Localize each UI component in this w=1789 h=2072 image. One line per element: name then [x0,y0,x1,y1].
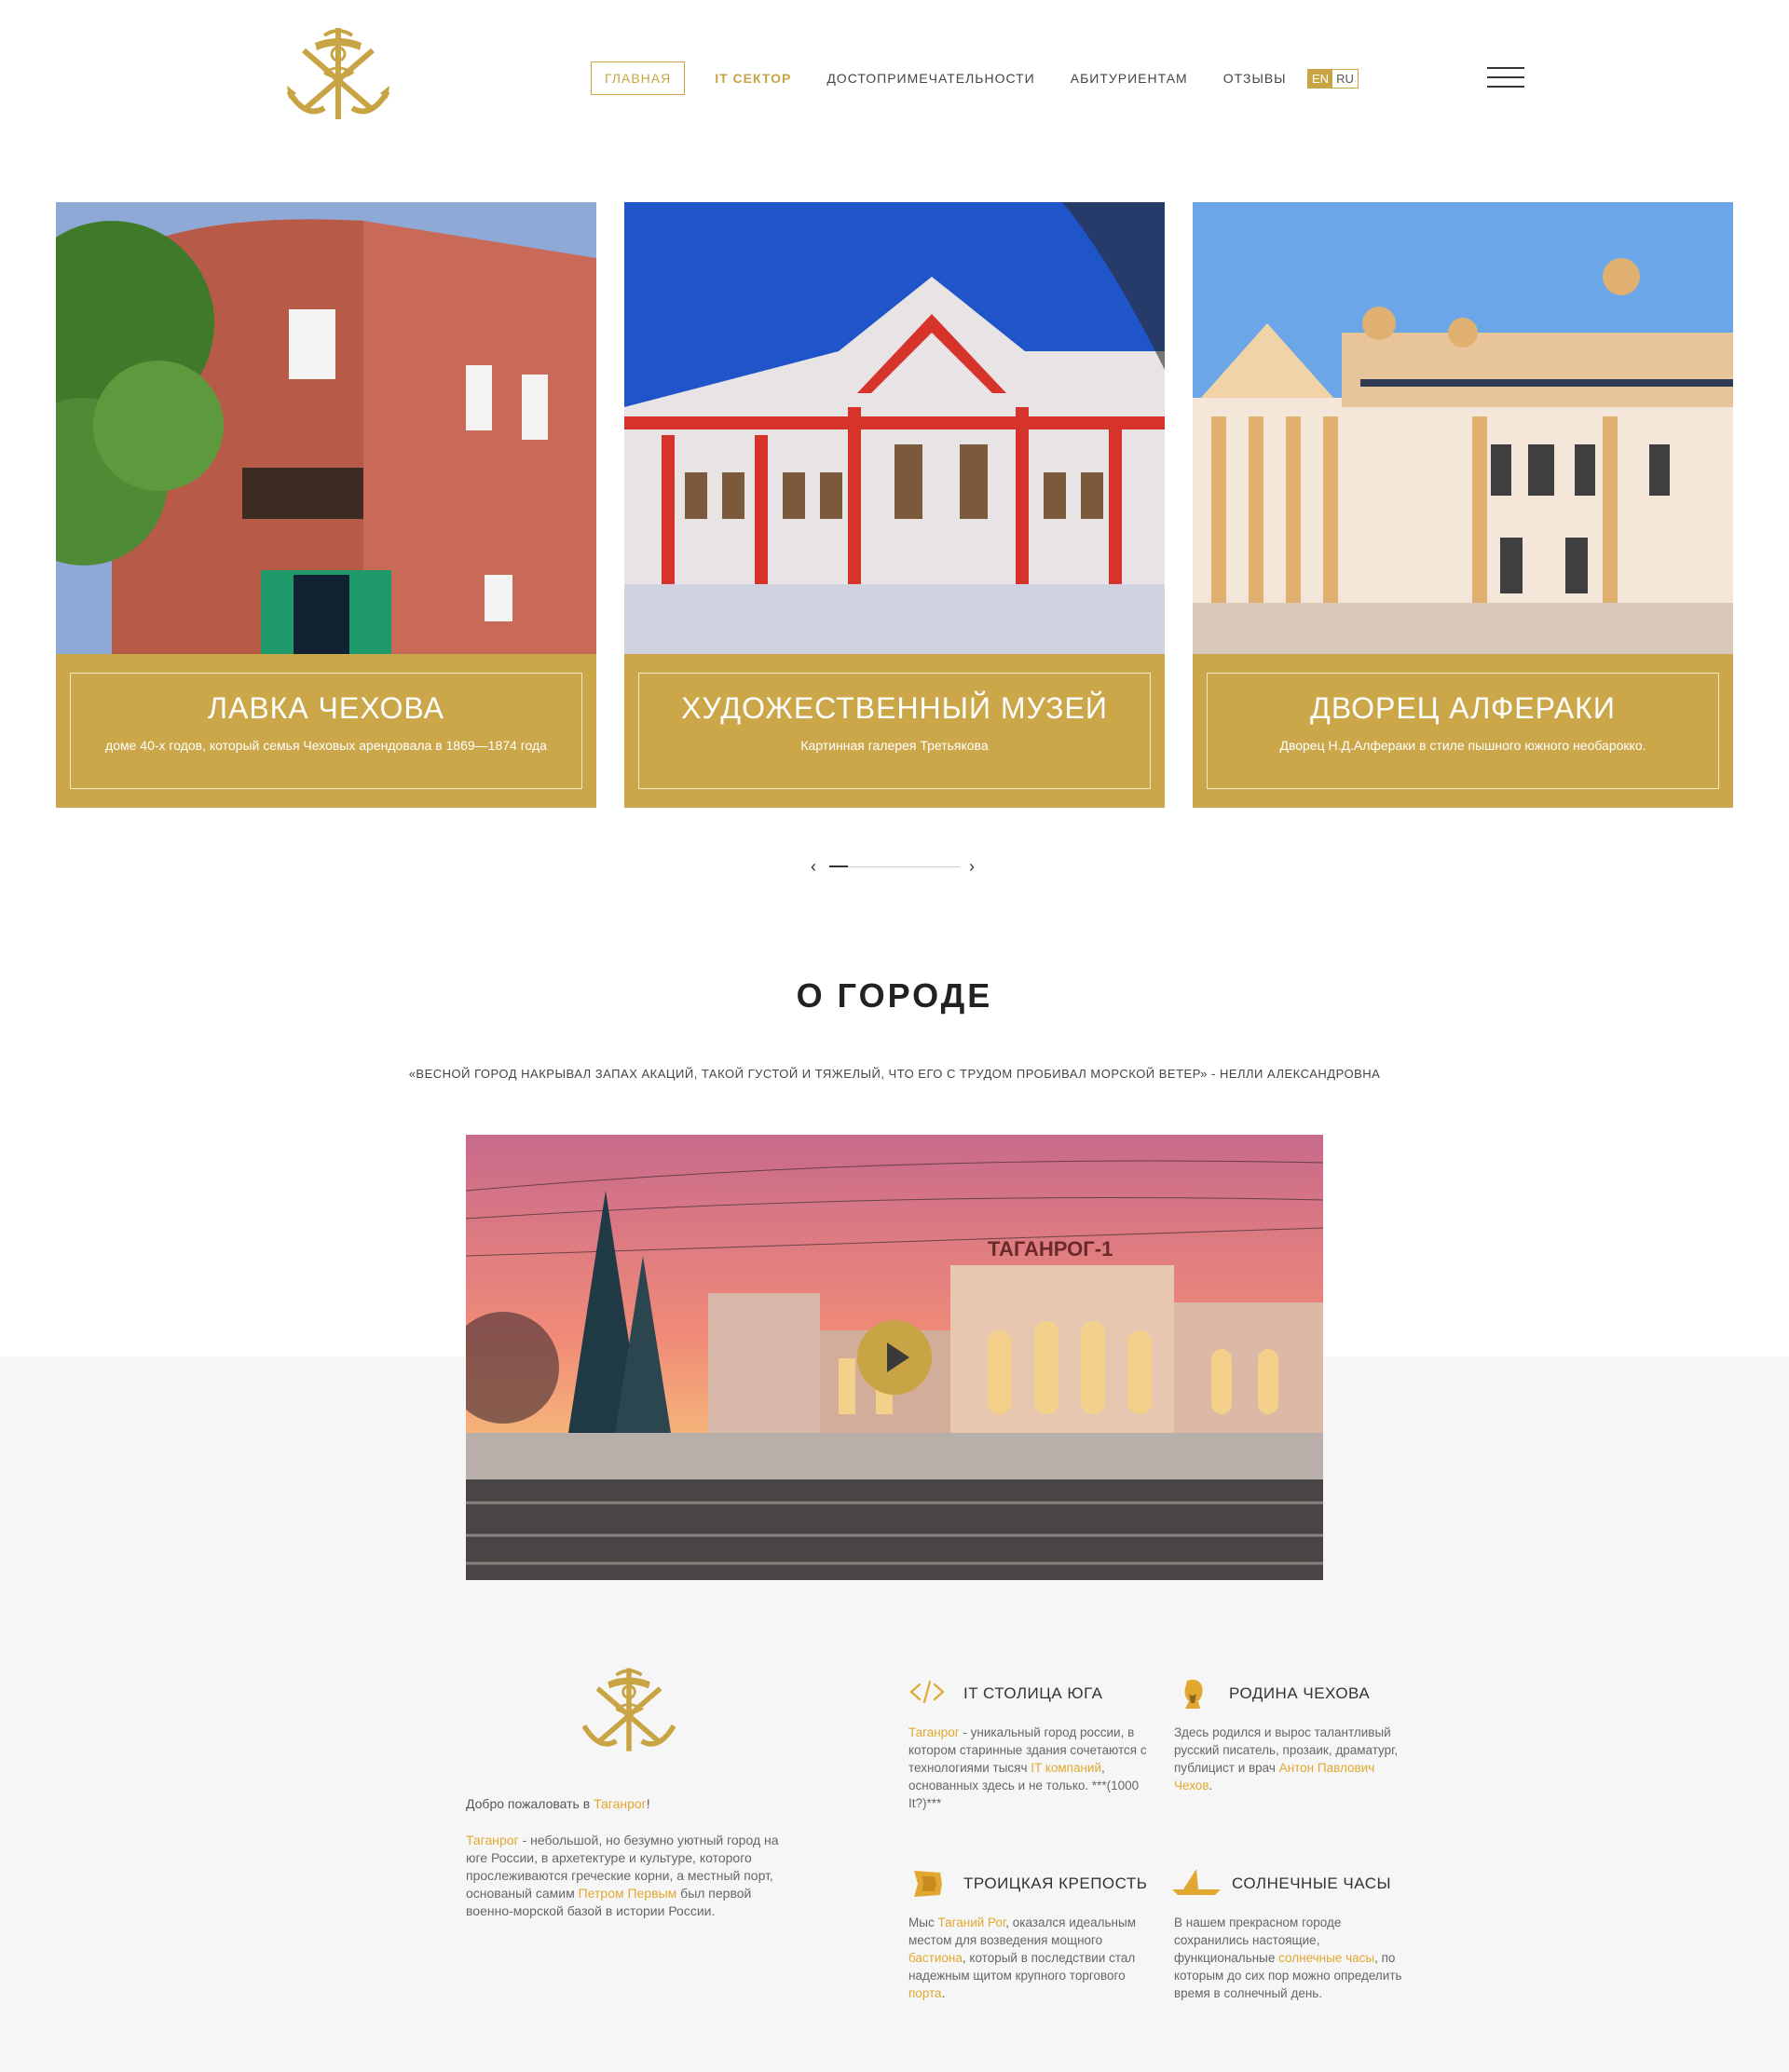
tagany-rog-link[interactable]: Таганий Рог [937,1915,1005,1929]
art-museum-photo [624,202,1165,654]
chekhov-shop-photo [56,202,596,654]
slider-progress [829,866,848,867]
nav-sights[interactable]: ДОСТОПРИМЕЧАТЕЛЬНОСТИ [826,71,1034,86]
it-companies-link[interactable]: IT компаний [1031,1761,1101,1775]
bastion-link[interactable]: бастиона [908,1951,963,1965]
nav-home[interactable]: ГЛАВНАЯ [591,61,686,95]
slide-subtitle: Дворец Н.Д.Алфераки в стиле пышного южно… [1279,738,1646,753]
fortress-icon [914,1871,942,1897]
welcome-text: Добро пожаловать в Таганрог! [466,1796,650,1811]
feature-title: РОДИНА ЧЕХОВА [1229,1684,1371,1702]
lang-en[interactable]: EN [1308,70,1333,88]
slider-controls: ‹ › [811,857,978,876]
language-switcher: EN RU [1307,69,1359,89]
station-sign: ТАГАНРОГ-1 [988,1237,1113,1261]
slide-subtitle: Картинная галерея Третьякова [800,738,989,753]
chekhov-portrait-icon [1184,1679,1203,1709]
main-nav: ГЛАВНАЯ IT СЕКТОР ДОСТОПРИМЕЧАТЕЛЬНОСТИ … [591,61,1322,95]
slider-next-icon[interactable]: › [969,857,975,876]
hamburger-menu-icon[interactable] [1487,67,1524,89]
city-description: Таганрог - небольшой, но безумно уютный … [466,1833,779,1918]
slider-track [829,866,960,867]
nav-applicants[interactable]: АБИТУРИЕНТАМ [1071,71,1188,86]
slider-prev-icon[interactable]: ‹ [811,857,816,876]
slide-title: ХУДОЖЕСТВЕННЫЙ МУЗЕЙ [681,691,1108,725]
slide-title: ЛАВКА ЧЕХОВА [207,691,445,725]
feature-text: Мыс Таганий Рог, оказался идеальным мест… [908,1915,1136,2000]
feature-text: В нашем прекрасном городе сохранились на… [1174,1915,1402,2000]
feature-title: СОЛНЕЧНЫЕ ЧАСЫ [1232,1874,1392,1892]
taganrog-link[interactable]: Таганрог [466,1833,519,1847]
peter-first-link[interactable]: Петром Первым [579,1886,677,1901]
slide-card-chekhov-shop[interactable]: ЛАВКА ЧЕХОВА доме 40-х годов, который се… [56,202,596,808]
code-icon [909,1680,945,1704]
sundial-link[interactable]: солнечные часы [1278,1951,1374,1965]
video-player[interactable]: ТАГАНРОГ-1 [466,1135,1323,1580]
feature-text: Таганрог - уникальный город россии, в ко… [908,1725,1147,1810]
feature-title: ТРОИЦКАЯ КРЕПОСТЬ [963,1874,1148,1892]
nav-reviews[interactable]: ОТЗЫВЫ [1223,71,1287,86]
welcome-city-link[interactable]: Таганрог [594,1796,647,1811]
city-emblem-footer-logo [581,1666,676,1755]
city-emblem-logo[interactable] [286,26,390,123]
section-title-about: О ГОРОДЕ [796,976,993,1015]
alferaki-palace-photo [1193,202,1733,654]
sundial-icon [1172,1869,1221,1895]
play-icon[interactable] [857,1320,932,1395]
feature-text: Здесь родился и вырос талантливый русски… [1174,1725,1399,1793]
lang-ru[interactable]: RU [1332,70,1358,88]
taganrog-link[interactable]: Таганрог [908,1725,960,1739]
nav-it-sector[interactable]: IT СЕКТОР [715,71,791,86]
city-quote: «ВЕСНОЙ ГОРОД НАКРЫВАЛ ЗАПАХ АКАЦИЙ, ТАК… [408,1067,1381,1081]
slide-card-art-museum[interactable]: ХУДОЖЕСТВЕННЫЙ МУЗЕЙ Картинная галерея Т… [624,202,1165,808]
slide-title: ДВОРЕЦ АЛФЕРАКИ [1310,691,1616,725]
feature-title: IT СТОЛИЦА ЮГА [963,1684,1103,1702]
slide-subtitle: доме 40-х годов, который семья Чеховых а… [105,738,547,753]
slide-card-alferaki-palace[interactable]: ДВОРЕЦ АЛФЕРАКИ Дворец Н.Д.Алфераки в ст… [1193,202,1733,808]
port-link[interactable]: порта [908,1986,942,2000]
